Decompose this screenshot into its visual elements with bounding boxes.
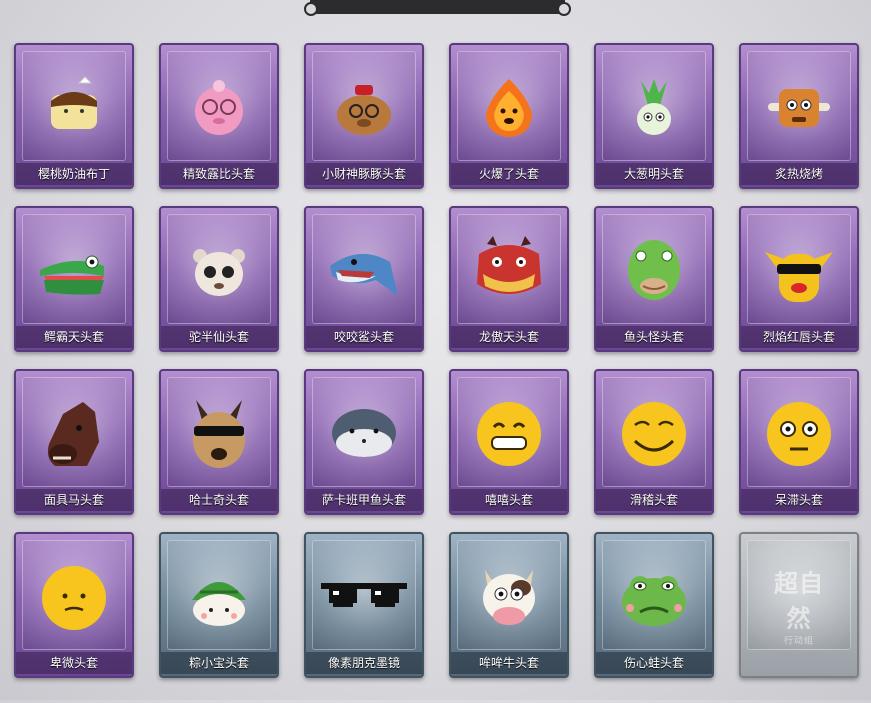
watermark-logo: 超自然 行动组 — [774, 568, 824, 647]
item-label: 呆滞头套 — [741, 489, 857, 511]
dragon-icon — [469, 234, 549, 312]
crocodile-icon — [34, 236, 114, 310]
item-label: 伤心蛙头套 — [596, 652, 712, 674]
shark-icon — [324, 236, 404, 310]
item-label: 精致露比头套 — [161, 163, 277, 185]
dazed-emoji-icon — [762, 397, 836, 475]
green-onion-icon — [619, 73, 689, 147]
item-label: 炙热烧烤 — [741, 163, 857, 185]
item-label: 萨卡班甲鱼头套 — [306, 489, 422, 511]
sad-frog-icon — [614, 560, 694, 638]
item-card[interactable]: 鳄霸天头套 — [14, 206, 134, 352]
item-card[interactable]: 呆滞头套 — [739, 369, 859, 515]
item-label: 嘻嘻头套 — [451, 489, 567, 511]
item-card[interactable]: 樱桃奶油布丁 — [14, 43, 134, 189]
item-label: 鳄霸天头套 — [16, 326, 132, 348]
pink-pig-icon — [184, 73, 254, 147]
pixel-sunglasses-icon — [319, 577, 409, 621]
item-label: 火爆了头套 — [451, 163, 567, 185]
yellow-mask-icon — [759, 234, 839, 312]
item-card[interactable]: 像素朋克墨镜 — [304, 532, 424, 678]
item-card-locked[interactable]: 超自然 行动组 — [739, 532, 859, 678]
top-banner — [304, 0, 571, 16]
funny-emoji-icon — [617, 397, 691, 475]
item-label: 像素朋克墨镜 — [306, 652, 422, 674]
item-card[interactable]: 小财神豚豚头套 — [304, 43, 424, 189]
item-card[interactable]: 嘻嘻头套 — [449, 369, 569, 515]
item-card[interactable]: 伤心蛙头套 — [594, 532, 714, 678]
item-card[interactable]: 火爆了头套 — [449, 43, 569, 189]
capybara-icon — [329, 73, 399, 147]
fire-icon — [474, 73, 544, 147]
pudding-icon — [39, 73, 109, 147]
item-card[interactable]: 萨卡班甲鱼头套 — [304, 369, 424, 515]
alpaca-icon — [184, 236, 254, 310]
item-label: 烈焰红唇头套 — [741, 326, 857, 348]
item-label: 樱桃奶油布丁 — [16, 163, 132, 185]
item-card[interactable]: 龙傲天头套 — [449, 206, 569, 352]
item-card[interactable]: 滑稽头套 — [594, 369, 714, 515]
item-card[interactable]: 大葱明头套 — [594, 43, 714, 189]
item-card[interactable]: 面具马头套 — [14, 369, 134, 515]
grin-emoji-icon — [472, 397, 546, 475]
item-card[interactable]: 粽小宝头套 — [159, 532, 279, 678]
fish-head-icon — [619, 234, 689, 312]
horse-icon — [37, 396, 111, 476]
item-card[interactable]: 烈焰红唇头套 — [739, 206, 859, 352]
item-label: 哈士奇头套 — [161, 489, 277, 511]
item-label: 粽小宝头套 — [161, 652, 277, 674]
item-label: 龙傲天头套 — [451, 326, 567, 348]
item-label: 驼半仙头套 — [161, 326, 277, 348]
bbq-icon — [764, 73, 834, 147]
zongzi-icon — [182, 560, 256, 638]
item-card[interactable]: 炙热烧烤 — [739, 43, 859, 189]
item-card[interactable]: 咬咬鲨头套 — [304, 206, 424, 352]
item-label: 大葱明头套 — [596, 163, 712, 185]
item-grid: 樱桃奶油布丁 精致露比头套 小财神豚豚头套 火爆了头套 大葱明头套 炙热烧烤 鳄… — [14, 43, 871, 703]
item-label: 小财神豚豚头套 — [306, 163, 422, 185]
item-card[interactable]: 鱼头怪头套 — [594, 206, 714, 352]
humble-emoji-icon — [37, 560, 111, 638]
item-label: 滑稽头套 — [596, 489, 712, 511]
item-label: 咬咬鲨头套 — [306, 326, 422, 348]
item-label: 鱼头怪头套 — [596, 326, 712, 348]
item-card[interactable]: 驼半仙头套 — [159, 206, 279, 352]
item-label: 面具马头套 — [16, 489, 132, 511]
item-label: 卑微头套 — [16, 652, 132, 674]
husky-icon — [182, 396, 256, 476]
item-card[interactable]: 卑微头套 — [14, 532, 134, 678]
item-card[interactable]: 哈士奇头套 — [159, 369, 279, 515]
cow-icon — [469, 560, 549, 638]
item-label: 哞哞牛头套 — [451, 652, 567, 674]
item-card[interactable]: 精致露比头套 — [159, 43, 279, 189]
sacabambaspis-icon — [324, 399, 404, 473]
item-card[interactable]: 哞哞牛头套 — [449, 532, 569, 678]
